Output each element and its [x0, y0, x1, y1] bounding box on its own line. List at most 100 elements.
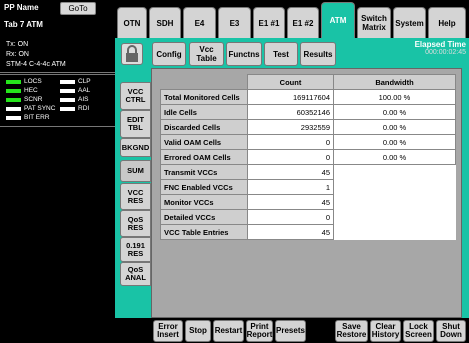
row-label: Monitor VCCs — [160, 194, 248, 210]
side-tab-qos-anal[interactable]: QoS ANAL — [120, 262, 151, 286]
tab-system[interactable]: System — [393, 7, 426, 38]
tab-subtitle: Tab 7 ATM — [4, 20, 43, 29]
tab-atm[interactable]: ATM — [321, 2, 355, 38]
elapsed-time: Elapsed Time 000:00:02:45 — [390, 40, 466, 56]
summary-table: Count Bandwidth Total Monitored Cells 169… — [160, 74, 456, 240]
row-bandwidth — [333, 194, 456, 210]
row-bandwidth: 0.00 % — [333, 104, 456, 120]
indicator-hec: HEC — [6, 87, 38, 94]
row-label: Transmit VCCs — [160, 164, 248, 180]
test-button[interactable]: Test — [264, 42, 298, 66]
save-restore-button[interactable]: Save Restore — [335, 320, 368, 342]
tab-e4[interactable]: E4 — [183, 7, 216, 38]
led-icon — [60, 79, 75, 84]
results-button[interactable]: Results — [300, 42, 336, 66]
indicator-rdi: RDI — [60, 105, 89, 112]
app-header: PP Name GoTo Tab 7 ATM — [0, 0, 115, 38]
stop-button[interactable]: Stop — [185, 320, 211, 342]
tab-help[interactable]: Help — [428, 7, 466, 38]
vcc-table-button[interactable]: Vcc Table — [189, 42, 224, 66]
rx-status: Rx: ON — [6, 51, 29, 58]
status-pane: Tx: ON Rx: ON STM-4 C-4-4c ATM LOCS HEC … — [0, 38, 115, 318]
config-button[interactable]: Config — [152, 42, 186, 66]
divider — [0, 72, 115, 73]
led-icon — [60, 97, 75, 102]
tab-e1-1[interactable]: E1 #1 — [253, 7, 285, 38]
presets-button[interactable]: Presets — [275, 320, 306, 342]
indicator-ais: AIS — [60, 96, 88, 103]
indicator-bit-err: BIT ERR — [6, 114, 50, 121]
table-header: Count Bandwidth — [160, 74, 456, 90]
tab-sdh[interactable]: SDH — [149, 7, 181, 38]
row-bandwidth — [333, 209, 456, 225]
indicator-pat-sync: PAT SYNC — [6, 105, 55, 112]
shut-down-button[interactable]: Shut Down — [436, 320, 466, 342]
led-icon — [6, 88, 21, 93]
side-tab-vcc-res[interactable]: VCC RES — [120, 183, 151, 210]
interface-status: STM-4 C-4-4c ATM — [6, 61, 66, 68]
tx-status: Tx: ON — [6, 41, 29, 48]
row-label: FNC Enabled VCCs — [160, 179, 248, 195]
row-bandwidth — [333, 179, 456, 195]
led-icon — [6, 79, 21, 84]
table-row: Transmit VCCs 45 — [160, 164, 456, 180]
header-count: Count — [247, 74, 334, 90]
functns-button[interactable]: Functns — [226, 42, 262, 66]
table-row: Errored OAM Cells 0 0.00 % — [160, 149, 456, 165]
side-tab-sum[interactable]: SUM — [120, 160, 151, 182]
print-report-button[interactable]: Print Report — [246, 320, 273, 342]
table-row: Idle Cells 60352146 0.00 % — [160, 104, 456, 120]
led-icon — [6, 115, 21, 120]
row-count: 0 — [247, 209, 334, 225]
row-count: 45 — [247, 164, 334, 180]
side-tab-qos-res[interactable]: QoS RES — [120, 210, 151, 237]
row-count: 45 — [247, 194, 334, 210]
lock-screen-button[interactable]: Lock Screen — [403, 320, 434, 342]
side-tab-edit-tbl[interactable]: EDIT TBL — [120, 110, 151, 138]
side-tab-0191-res[interactable]: 0.191 RES — [120, 237, 151, 262]
row-count: 0 — [247, 134, 334, 150]
header-bandwidth: Bandwidth — [333, 74, 456, 90]
row-count: 0 — [247, 149, 334, 165]
clear-history-button[interactable]: Clear History — [370, 320, 401, 342]
row-count: 2932559 — [247, 119, 334, 135]
error-insert-button[interactable]: Error Insert — [153, 320, 183, 342]
row-bandwidth: 0.00 % — [333, 149, 456, 165]
side-tab-bkgnd[interactable]: BKGND — [120, 138, 151, 157]
side-tab-vcc-ctrl[interactable]: VCC CTRL — [120, 82, 151, 110]
indicator-scnr: SCNR — [6, 96, 42, 103]
tab-switch-matrix[interactable]: Switch Matrix — [357, 7, 391, 38]
tab-e3[interactable]: E3 — [218, 7, 251, 38]
row-bandwidth — [333, 224, 456, 240]
elapsed-label: Elapsed Time — [414, 40, 466, 49]
table-row: FNC Enabled VCCs 1 — [160, 179, 456, 195]
tab-otn[interactable]: OTN — [117, 7, 147, 38]
led-icon — [6, 106, 21, 111]
led-icon — [60, 106, 75, 111]
row-label: Valid OAM Cells — [160, 134, 248, 150]
row-label: Idle Cells — [160, 104, 248, 120]
row-bandwidth — [333, 164, 456, 180]
row-label: VCC Table Entries — [160, 224, 248, 240]
indicator-locs: LOCS — [6, 78, 42, 85]
table-row: Monitor VCCs 45 — [160, 194, 456, 210]
row-bandwidth: 0.00 % — [333, 119, 456, 135]
lock-icon[interactable] — [121, 43, 143, 65]
row-bandwidth: 100.00 % — [333, 89, 456, 105]
header-blank — [160, 74, 248, 90]
divider — [0, 74, 115, 75]
row-count: 45 — [247, 224, 334, 240]
table-row: Total Monitored Cells 169117604 100.00 % — [160, 89, 456, 105]
row-label: Total Monitored Cells — [160, 89, 248, 105]
row-count: 1 — [247, 179, 334, 195]
elapsed-value: 000:00:02:45 — [425, 49, 466, 56]
tab-e1-2[interactable]: E1 #2 — [287, 7, 319, 38]
row-label: Errored OAM Cells — [160, 149, 248, 165]
restart-button[interactable]: Restart — [213, 320, 244, 342]
divider — [0, 126, 115, 127]
table-row: Discarded Cells 2932559 0.00 % — [160, 119, 456, 135]
goto-button[interactable]: GoTo — [60, 2, 96, 15]
led-icon — [6, 97, 21, 102]
row-label: Detailed VCCs — [160, 209, 248, 225]
row-label: Discarded Cells — [160, 119, 248, 135]
